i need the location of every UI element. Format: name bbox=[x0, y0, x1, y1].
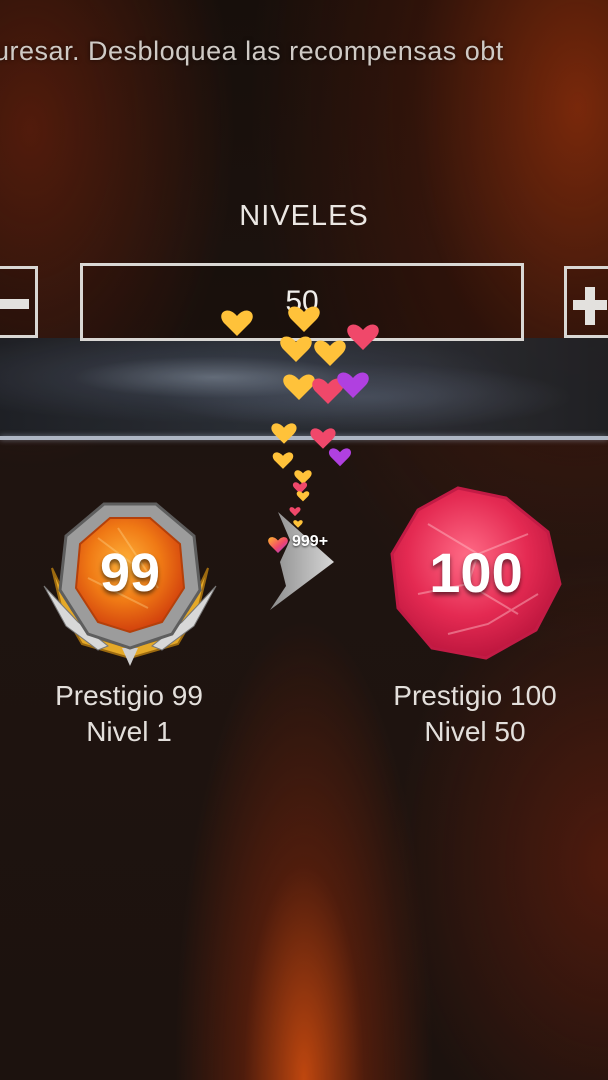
heart-icon bbox=[272, 452, 294, 469]
prestige-100-number: 100 bbox=[429, 541, 523, 604]
arrow-right-icon bbox=[270, 512, 334, 610]
target-level-label: Nivel 50 bbox=[424, 716, 526, 747]
current-prestige-caption: Prestigio 99 Nivel 1 bbox=[0, 678, 258, 750]
prestige-99-badge: 99 bbox=[38, 498, 222, 668]
heart-icon bbox=[292, 482, 308, 494]
level-value-field[interactable]: 50 bbox=[80, 263, 524, 341]
heart-icon bbox=[268, 537, 288, 553]
heart-icon bbox=[294, 470, 312, 485]
decrement-level-button[interactable] bbox=[0, 266, 38, 338]
current-prestige-label: Prestigio 99 bbox=[55, 680, 203, 711]
plus-icon bbox=[585, 287, 595, 325]
level-value: 50 bbox=[285, 285, 319, 318]
heart-icon bbox=[328, 448, 352, 467]
levels-label: NIVELES bbox=[239, 200, 369, 232]
increment-level-button[interactable] bbox=[564, 266, 608, 338]
heart-icon bbox=[296, 491, 310, 502]
target-prestige-label: Prestigio 100 bbox=[393, 680, 557, 711]
current-level-label: Nivel 1 bbox=[86, 716, 172, 747]
target-prestige-caption: Prestigio 100 Nivel 50 bbox=[344, 678, 606, 750]
reaction-count: 999+ bbox=[292, 533, 329, 550]
minus-icon bbox=[0, 299, 29, 309]
ticker-text: uresar. Desbloquea las recompensas obt bbox=[0, 36, 504, 66]
reward-info-ticker: uresar. Desbloquea las recompensas obt bbox=[0, 36, 608, 76]
prestige-99-number: 99 bbox=[99, 543, 161, 603]
marble-band bbox=[0, 338, 608, 436]
divider-line bbox=[0, 436, 608, 440]
prestige-100-badge: 100 bbox=[388, 484, 564, 664]
